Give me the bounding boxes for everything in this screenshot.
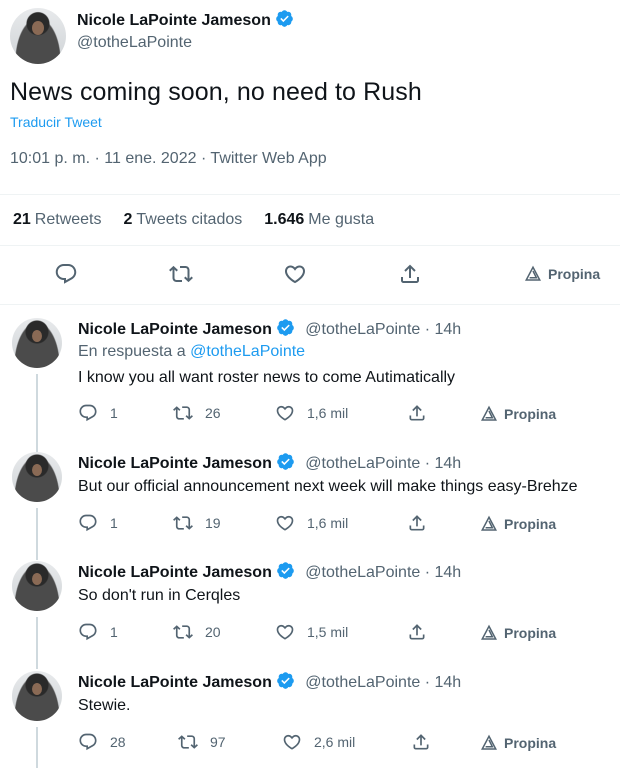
- reply-header: Nicole LaPointe Jameson @totheLaPointe ·…: [78, 561, 461, 582]
- share-icon[interactable]: [398, 262, 422, 286]
- reply-icon: [79, 404, 97, 422]
- reply-tweet[interactable]: Nicole LaPointe Jameson @totheLaPointe ·…: [0, 671, 620, 768]
- avatar[interactable]: [12, 452, 62, 502]
- likes-stat[interactable]: 1.646 Me gusta: [264, 211, 374, 229]
- tip-icon: [481, 515, 497, 531]
- author-handle[interactable]: @totheLaPointe: [77, 34, 192, 52]
- like-button[interactable]: 2,6 mil: [282, 732, 355, 752]
- reply-tweet[interactable]: Nicole LaPointe Jameson @totheLaPointe ·…: [0, 318, 620, 454]
- reply-button[interactable]: 28: [78, 732, 126, 752]
- reply-header: Nicole LaPointe Jameson @totheLaPointe ·…: [78, 318, 461, 339]
- like-icon[interactable]: [283, 262, 307, 286]
- author-name[interactable]: Nicole LaPointe Jameson: [77, 9, 294, 30]
- verified-icon: [275, 9, 294, 28]
- tip-button[interactable]: Propina: [524, 265, 600, 283]
- retweet-button[interactable]: 20: [173, 622, 221, 642]
- share-icon: [409, 624, 425, 640]
- divider: [0, 304, 620, 305]
- reply-to-line: En respuesta a @totheLaPointe: [78, 343, 306, 360]
- verified-icon: [276, 561, 295, 580]
- translate-link[interactable]: Traducir Tweet: [10, 114, 102, 130]
- author-name[interactable]: Nicole LaPointe Jameson: [78, 321, 272, 338]
- tip-button[interactable]: Propina: [480, 515, 556, 533]
- divider: [0, 194, 620, 195]
- tip-button[interactable]: Propina: [480, 624, 556, 642]
- retweet-icon: [178, 735, 198, 749]
- like-icon: [276, 405, 294, 421]
- reply-action-bar: 1 19 1,6 mil Propina: [0, 513, 620, 535]
- tip-button[interactable]: Propina: [480, 405, 556, 423]
- avatar[interactable]: [12, 561, 62, 611]
- verified-icon: [276, 318, 295, 337]
- like-button[interactable]: 1,6 mil: [275, 513, 348, 533]
- avatar[interactable]: [12, 318, 62, 368]
- share-button[interactable]: [407, 513, 439, 533]
- tweet-text: But our official announcement next week …: [78, 478, 578, 495]
- reply-header: Nicole LaPointe Jameson @totheLaPointe ·…: [78, 671, 461, 692]
- like-icon: [276, 624, 294, 640]
- author-name[interactable]: Nicole LaPointe Jameson: [78, 564, 272, 581]
- reply-action-bar: 1 20 1,5 mil Propina: [0, 622, 620, 644]
- share-button[interactable]: [407, 622, 439, 642]
- retweet-icon: [173, 516, 193, 530]
- retweets-stat[interactable]: 21 Retweets: [13, 211, 102, 229]
- verified-icon: [276, 671, 295, 690]
- reply-to-handle-link[interactable]: @totheLaPointe: [190, 343, 305, 360]
- share-button[interactable]: [411, 732, 443, 752]
- handle-time[interactable]: @totheLaPointe · 14h: [305, 564, 461, 581]
- author-name[interactable]: Nicole LaPointe Jameson: [78, 455, 272, 472]
- reply-button[interactable]: 1: [78, 403, 118, 423]
- reply-button[interactable]: 1: [78, 622, 118, 642]
- reply-icon: [79, 733, 97, 751]
- handle-time[interactable]: @totheLaPointe · 14h: [305, 455, 461, 472]
- retweet-button[interactable]: 26: [173, 403, 221, 423]
- share-button[interactable]: [407, 403, 439, 423]
- reply-button[interactable]: 1: [78, 513, 118, 533]
- tweet-text: News coming soon, no need to Rush: [10, 78, 422, 106]
- reply-header: Nicole LaPointe Jameson @totheLaPointe ·…: [78, 452, 461, 473]
- avatar[interactable]: [10, 8, 66, 64]
- retweet-button[interactable]: 19: [173, 513, 221, 533]
- tweet-text: I know you all want roster news to come …: [78, 369, 456, 386]
- tip-button[interactable]: Propina: [480, 734, 556, 752]
- tip-icon: [525, 265, 541, 281]
- verified-icon: [276, 452, 295, 471]
- reply-icon[interactable]: [54, 262, 78, 286]
- retweet-icon: [173, 406, 193, 420]
- retweet-icon: [173, 625, 193, 639]
- author-name[interactable]: Nicole LaPointe Jameson: [78, 674, 272, 691]
- share-icon: [409, 515, 425, 531]
- retweet-button[interactable]: 97: [178, 732, 226, 752]
- tweet-meta[interactable]: 10:01 p. m. · 11 ene. 2022 · Twitter Web…: [10, 150, 327, 168]
- share-icon: [413, 734, 429, 750]
- tip-icon: [481, 405, 497, 421]
- handle-time[interactable]: @totheLaPointe · 14h: [305, 321, 461, 338]
- reply-tweet[interactable]: Nicole LaPointe Jameson @totheLaPointe ·…: [0, 452, 620, 560]
- reply-action-bar: 28 97 2,6 mil Propina: [0, 732, 620, 754]
- avatar[interactable]: [12, 671, 62, 721]
- like-button[interactable]: 1,5 mil: [275, 622, 348, 642]
- quotes-stat[interactable]: 2 Tweets citados: [124, 211, 243, 229]
- reply-action-bar: 1 26 1,6 mil Propina: [0, 403, 620, 425]
- handle-time[interactable]: @totheLaPointe · 14h: [305, 674, 461, 691]
- tweet-stats: 21 Retweets 2 Tweets citados 1.646 Me gusta: [13, 211, 374, 229]
- tip-icon: [481, 734, 497, 750]
- divider: [0, 245, 620, 246]
- tip-icon: [481, 624, 497, 640]
- tweet-text: So don't run in Cerqles: [78, 587, 241, 604]
- main-action-bar: Propina: [0, 262, 620, 292]
- reply-icon: [79, 623, 97, 641]
- share-icon: [409, 405, 425, 421]
- retweet-icon[interactable]: [169, 262, 193, 286]
- like-icon: [276, 515, 294, 531]
- tweet-text: Stewie.: [78, 697, 131, 714]
- like-button[interactable]: 1,6 mil: [275, 403, 348, 423]
- like-icon: [283, 734, 301, 750]
- reply-icon: [79, 514, 97, 532]
- reply-tweet[interactable]: Nicole LaPointe Jameson @totheLaPointe ·…: [0, 561, 620, 669]
